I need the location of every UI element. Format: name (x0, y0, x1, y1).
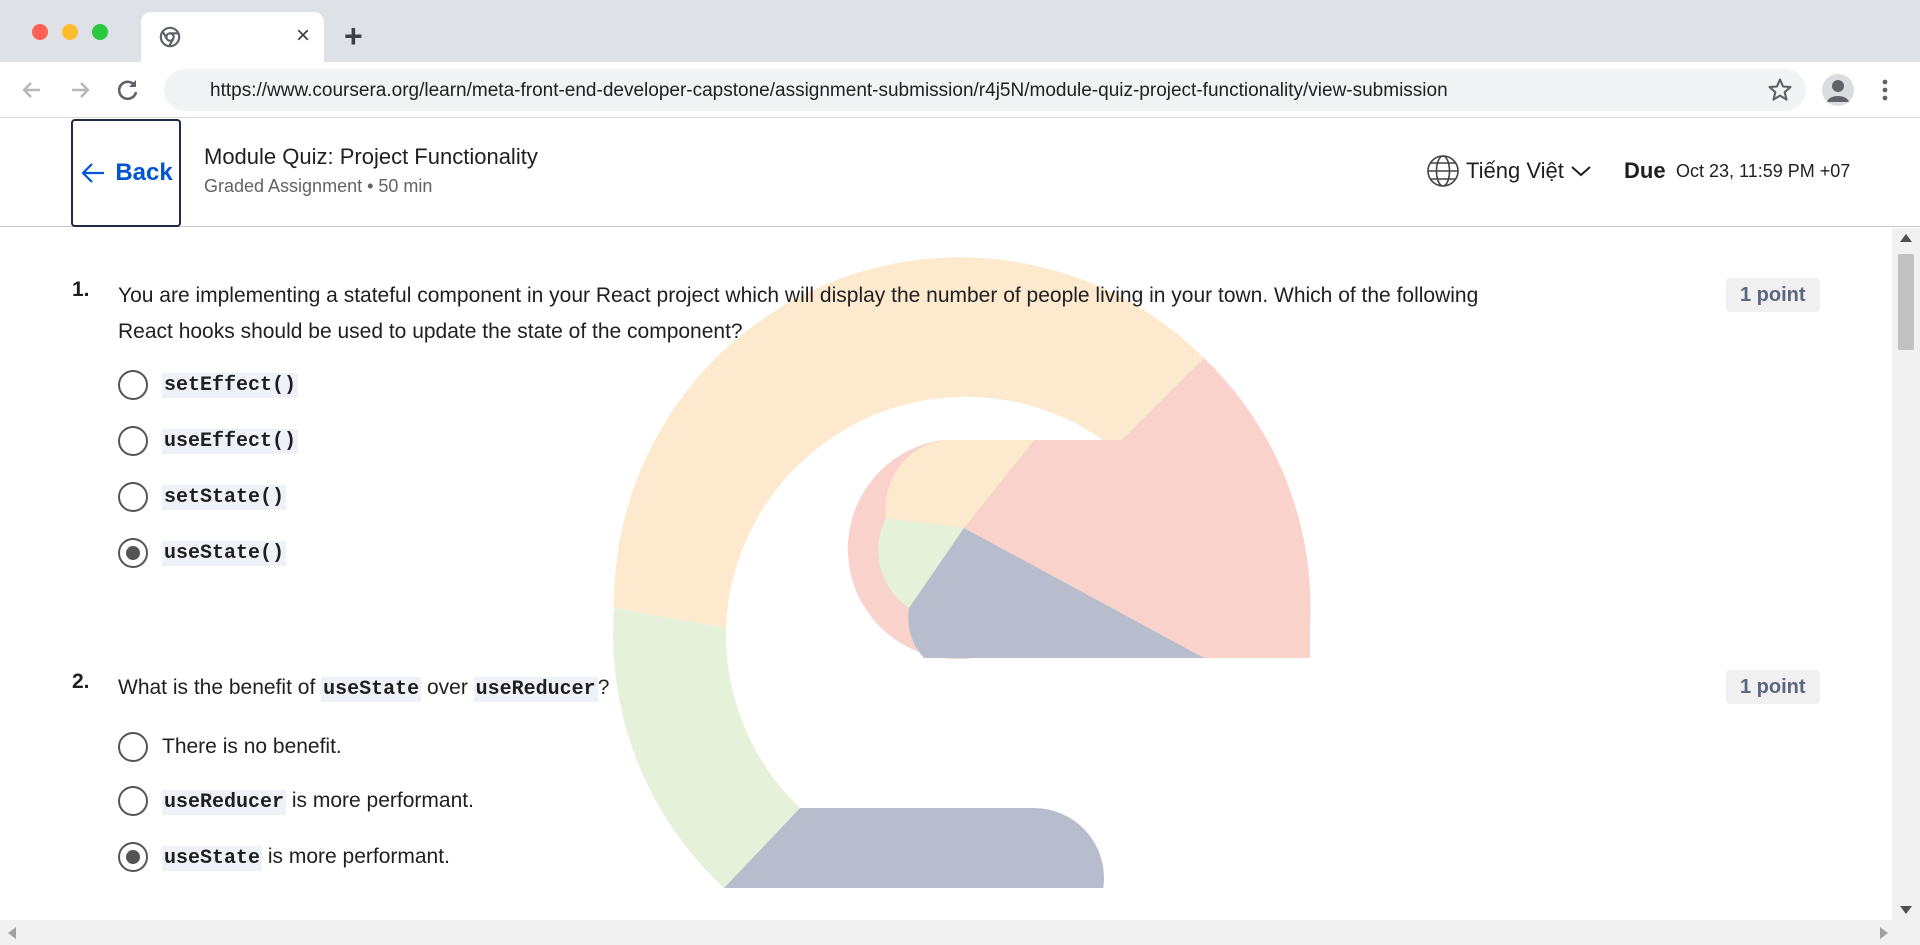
language-selector[interactable]: Tiếng Việt (1426, 154, 1592, 188)
question-text-line: React hooks should be used to update the… (118, 320, 743, 343)
answer-option[interactable]: setEffect() (118, 370, 299, 400)
chrome-icon (159, 26, 181, 48)
radio-button[interactable] (118, 370, 148, 400)
question-number: 1. (72, 278, 90, 301)
question-code: useState (321, 677, 422, 702)
scrollbar-thumb[interactable] (1898, 254, 1914, 350)
option-code: useEffect() (162, 428, 299, 454)
reload-icon[interactable] (114, 76, 142, 104)
bookmark-star-icon[interactable] (1766, 76, 1794, 104)
option-text: is more performant. (262, 844, 450, 868)
new-tab-button[interactable]: + (344, 18, 363, 54)
answer-option[interactable]: setState() (118, 482, 287, 512)
window-close-button[interactable] (32, 24, 48, 40)
option-label: There is no benefit. (162, 735, 342, 758)
window-minimize-button[interactable] (62, 24, 78, 40)
option-label: useReducer is more performant. (162, 788, 474, 815)
option-code: setEffect() (162, 372, 299, 398)
url-text[interactable]: https://www.coursera.org/learn/meta-fron… (210, 80, 1448, 102)
back-button[interactable]: Back (71, 119, 181, 227)
address-bar[interactable]: https://www.coursera.org/learn/meta-fron… (164, 69, 1806, 111)
points-badge: 1 point (1726, 670, 1820, 704)
radio-button[interactable] (118, 482, 148, 512)
question-text-part: ? (597, 676, 610, 699)
quiz-header: Back Module Quiz: Project Functionality … (0, 118, 1920, 227)
chevron-down-icon (1571, 166, 1591, 177)
quiz-content: 1. You are implementing a stateful compo… (0, 228, 1892, 920)
question-text: What is the benefit of useState over use… (118, 670, 1678, 708)
option-code: useState() (162, 540, 287, 566)
answer-option[interactable]: There is no benefit. (118, 732, 342, 762)
radio-button[interactable] (118, 732, 148, 762)
option-code: setState() (162, 484, 287, 510)
question-number: 2. (72, 670, 90, 693)
question-text-line: You are implementing a stateful componen… (118, 284, 1479, 307)
question-text-part: What is the benefit of (118, 676, 322, 699)
vertical-scrollbar[interactable] (1892, 228, 1920, 920)
browser-tab[interactable]: × (141, 12, 324, 62)
arrow-left-icon (81, 163, 105, 183)
option-code: useState (162, 845, 263, 871)
window-maximize-button[interactable] (92, 24, 108, 40)
globe-icon (1427, 155, 1459, 187)
language-label: Tiếng Việt (1466, 158, 1564, 183)
scroll-up-icon[interactable] (1900, 234, 1912, 242)
scroll-left-icon[interactable] (8, 927, 16, 939)
option-label: useState is more performant. (162, 844, 450, 871)
due-label: Due (1624, 158, 1666, 183)
forward-arrow-icon[interactable] (66, 76, 94, 104)
radio-button[interactable] (118, 786, 148, 816)
scroll-down-icon[interactable] (1900, 906, 1912, 914)
radio-button-selected[interactable] (118, 538, 148, 568)
points-badge: 1 point (1726, 278, 1820, 312)
answer-option[interactable]: useEffect() (118, 426, 299, 456)
page-subtitle: Graded Assignment • 50 min (204, 176, 433, 196)
option-code: useReducer (162, 789, 287, 815)
browser-toolbar: https://www.coursera.org/learn/meta-fron… (0, 62, 1920, 118)
browser-tab-bar: × + (0, 0, 1920, 62)
due-date: Oct 23, 11:59 PM +07 (1676, 161, 1851, 181)
question-text: You are implementing a stateful componen… (118, 278, 1678, 350)
option-text: is more performant. (286, 788, 474, 812)
back-label: Back (115, 159, 173, 186)
horizontal-scrollbar[interactable] (0, 920, 1920, 945)
radio-button[interactable] (118, 426, 148, 456)
radio-button-selected[interactable] (118, 842, 148, 872)
answer-option[interactable]: useState is more performant. (118, 842, 450, 872)
page-title: Module Quiz: Project Functionality (204, 144, 538, 169)
browser-menu-icon[interactable] (1876, 74, 1894, 106)
profile-avatar-icon[interactable] (1822, 74, 1854, 106)
answer-option[interactable]: useReducer is more performant. (118, 786, 474, 816)
answer-option[interactable]: useState() (118, 538, 287, 568)
question-code: useReducer (473, 677, 598, 702)
tab-close-icon[interactable]: × (296, 22, 310, 50)
scroll-right-icon[interactable] (1880, 927, 1888, 939)
back-arrow-icon[interactable] (18, 76, 46, 104)
question-text-part: over (421, 676, 474, 699)
